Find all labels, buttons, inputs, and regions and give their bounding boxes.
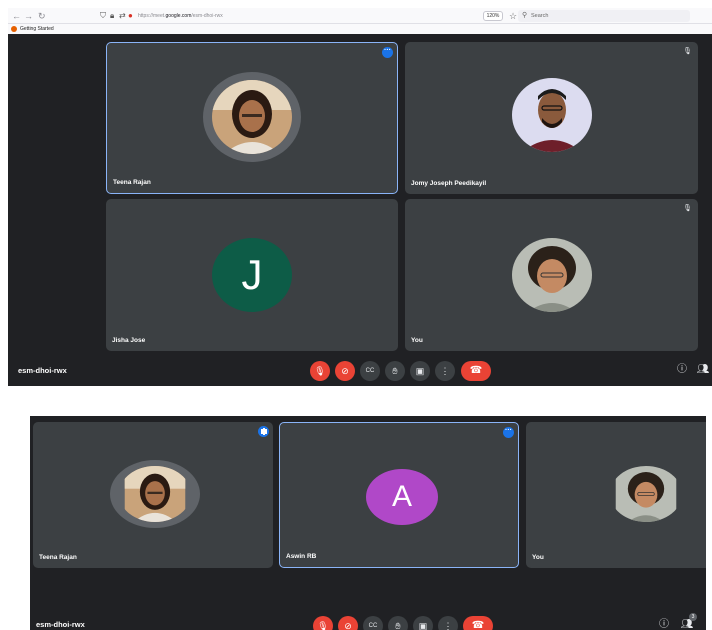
shield-icon[interactable]: ⛉ — [100, 10, 106, 22]
participant-tile[interactable]: Teena Rajan — [33, 422, 273, 568]
woman-photo-icon — [212, 80, 292, 154]
self-photo-icon — [615, 466, 677, 522]
mic-muted-icon: 🎙︎ — [683, 205, 692, 212]
present-button[interactable]: ▣ — [410, 361, 430, 381]
avatar — [512, 78, 592, 152]
speaking-indicator-icon — [258, 426, 269, 437]
mic-muted-icon: 🎙︎ — [683, 48, 692, 55]
avatar-initial: A — [366, 469, 438, 525]
mic-toggle-button[interactable]: 🎙︎ — [313, 616, 333, 630]
present-icon: ▣ — [418, 621, 428, 630]
participant-name: Teena Rajan — [39, 554, 77, 561]
back-icon[interactable]: ← — [12, 10, 21, 22]
avatar — [512, 238, 592, 312]
leave-call-button[interactable]: ☎︎ — [463, 616, 493, 630]
more-vert-icon: ⋮ — [443, 621, 453, 630]
mic-in-use-icon[interactable]: ● — [128, 10, 133, 22]
meet-stage: ··· Teena Rajan 🎙︎ Jomy Joseph Peedikayi… — [8, 34, 712, 386]
search-placeholder: Search — [531, 13, 549, 19]
camera-off-icon: ⊘ — [341, 366, 349, 376]
meeting-code: esm-dhoi-rwx — [18, 366, 67, 375]
participant-tile[interactable]: You — [526, 422, 706, 568]
participant-tile[interactable]: 🎙︎ Jomy Joseph Peedikayil — [405, 42, 698, 194]
participant-count-badge: 3 — [689, 613, 697, 621]
phone-hangup-icon: ☎︎ — [469, 365, 483, 376]
more-options-button[interactable]: ⋮ — [438, 616, 458, 630]
address-bar[interactable]: ⛉ 🔒︎ ⇄ ● https://meet.google.com/esm-dho… — [100, 10, 500, 22]
bookmark-star-icon[interactable]: ☆ — [509, 10, 517, 22]
meet-screenshot-1: ← → ↻ ⛉ 🔒︎ ⇄ ● https://meet.google.com/e… — [8, 8, 712, 386]
camera-toggle-button[interactable]: ⊘ — [338, 616, 358, 630]
browser-toolbar: ← → ↻ ⛉ 🔒︎ ⇄ ● https://meet.google.com/e… — [8, 8, 712, 24]
avatar — [119, 466, 191, 522]
more-vert-icon: ⋮ — [440, 366, 450, 376]
self-photo-icon — [512, 238, 592, 312]
man-photo-icon — [512, 78, 592, 152]
raise-hand-button[interactable]: ✋︎ — [385, 361, 405, 381]
present-icon: ▣ — [415, 366, 425, 376]
raise-hand-button[interactable]: ✋︎ — [388, 616, 408, 630]
people-icon[interactable]: 👥︎ — [696, 364, 710, 376]
url-text: https://meet.google.com/esm-dhoi-rwx — [138, 13, 223, 19]
participant-name: You — [411, 337, 423, 344]
captions-icon: CC — [365, 368, 375, 374]
participant-name: Jisha Jose — [112, 337, 146, 344]
mic-toggle-button[interactable]: 🎙︎ — [310, 361, 330, 381]
avatar — [610, 466, 682, 522]
participant-name: Jomy Joseph Peedikayil — [411, 180, 487, 187]
mic-off-icon: 🎙︎ — [317, 621, 329, 630]
participant-tile[interactable]: A ··· Aswin RB — [279, 422, 519, 568]
more-options-icon[interactable]: ··· — [382, 47, 393, 58]
meeting-code: esm-dhoi-rwx — [36, 620, 85, 629]
participant-tile[interactable]: ··· Teena Rajan — [106, 42, 398, 194]
phone-hangup-icon: ☎︎ — [471, 620, 485, 630]
meeting-info-icon[interactable]: ⓘ — [658, 619, 670, 630]
woman-photo-icon — [124, 466, 186, 522]
hand-icon: ✋︎ — [392, 366, 398, 376]
participant-name: Teena Rajan — [113, 179, 151, 186]
lock-icon[interactable]: 🔒︎ — [110, 10, 114, 22]
mic-off-icon: 🎙︎ — [314, 366, 326, 376]
search-icon: ⚲ — [522, 12, 528, 19]
present-button[interactable]: ▣ — [413, 616, 433, 630]
more-options-icon[interactable]: ··· — [503, 427, 514, 438]
captions-button[interactable]: CC — [363, 616, 383, 630]
participant-tile[interactable]: J Jisha Jose — [106, 199, 398, 351]
search-bar[interactable]: ⚲ Search — [518, 10, 690, 22]
control-bar: esm-dhoi-rwx 🎙︎ ⊘ CC ✋︎ ▣ ⋮ ☎︎ ⓘ 👥︎ — [8, 356, 712, 386]
camera-toggle-button[interactable]: ⊘ — [335, 361, 355, 381]
captions-button[interactable]: CC — [360, 361, 380, 381]
reload-icon[interactable]: ↻ — [38, 10, 46, 22]
meeting-info-icon[interactable]: ⓘ — [676, 364, 688, 376]
zoom-level[interactable]: 120% — [483, 11, 503, 21]
avatar — [212, 80, 292, 154]
control-bar: esm-dhoi-rwx 🎙︎ ⊘ CC ✋︎ ▣ ⋮ ☎︎ ⓘ 👥︎ 3 — [30, 613, 706, 630]
avatar-initial: J — [212, 238, 292, 312]
forward-icon[interactable]: → — [24, 10, 33, 22]
captions-icon: CC — [368, 623, 378, 629]
bookmarks-toolbar: Getting Started — [8, 24, 712, 34]
participant-tile[interactable]: 🎙︎ You — [405, 199, 698, 351]
hand-icon: ✋︎ — [395, 621, 401, 630]
camera-off-icon: ⊘ — [344, 621, 352, 630]
firefox-icon — [11, 26, 17, 32]
leave-call-button[interactable]: ☎︎ — [461, 361, 491, 381]
bookmark-getting-started[interactable]: Getting Started — [20, 25, 54, 33]
meet-screenshot-2: Teena Rajan A ··· Aswin RB You esm-dhoi-… — [30, 416, 706, 630]
participant-name: Aswin RB — [286, 553, 317, 560]
permissions-icon[interactable]: ⇄ — [119, 10, 126, 22]
more-options-button[interactable]: ⋮ — [435, 361, 455, 381]
participant-name: You — [532, 554, 544, 561]
